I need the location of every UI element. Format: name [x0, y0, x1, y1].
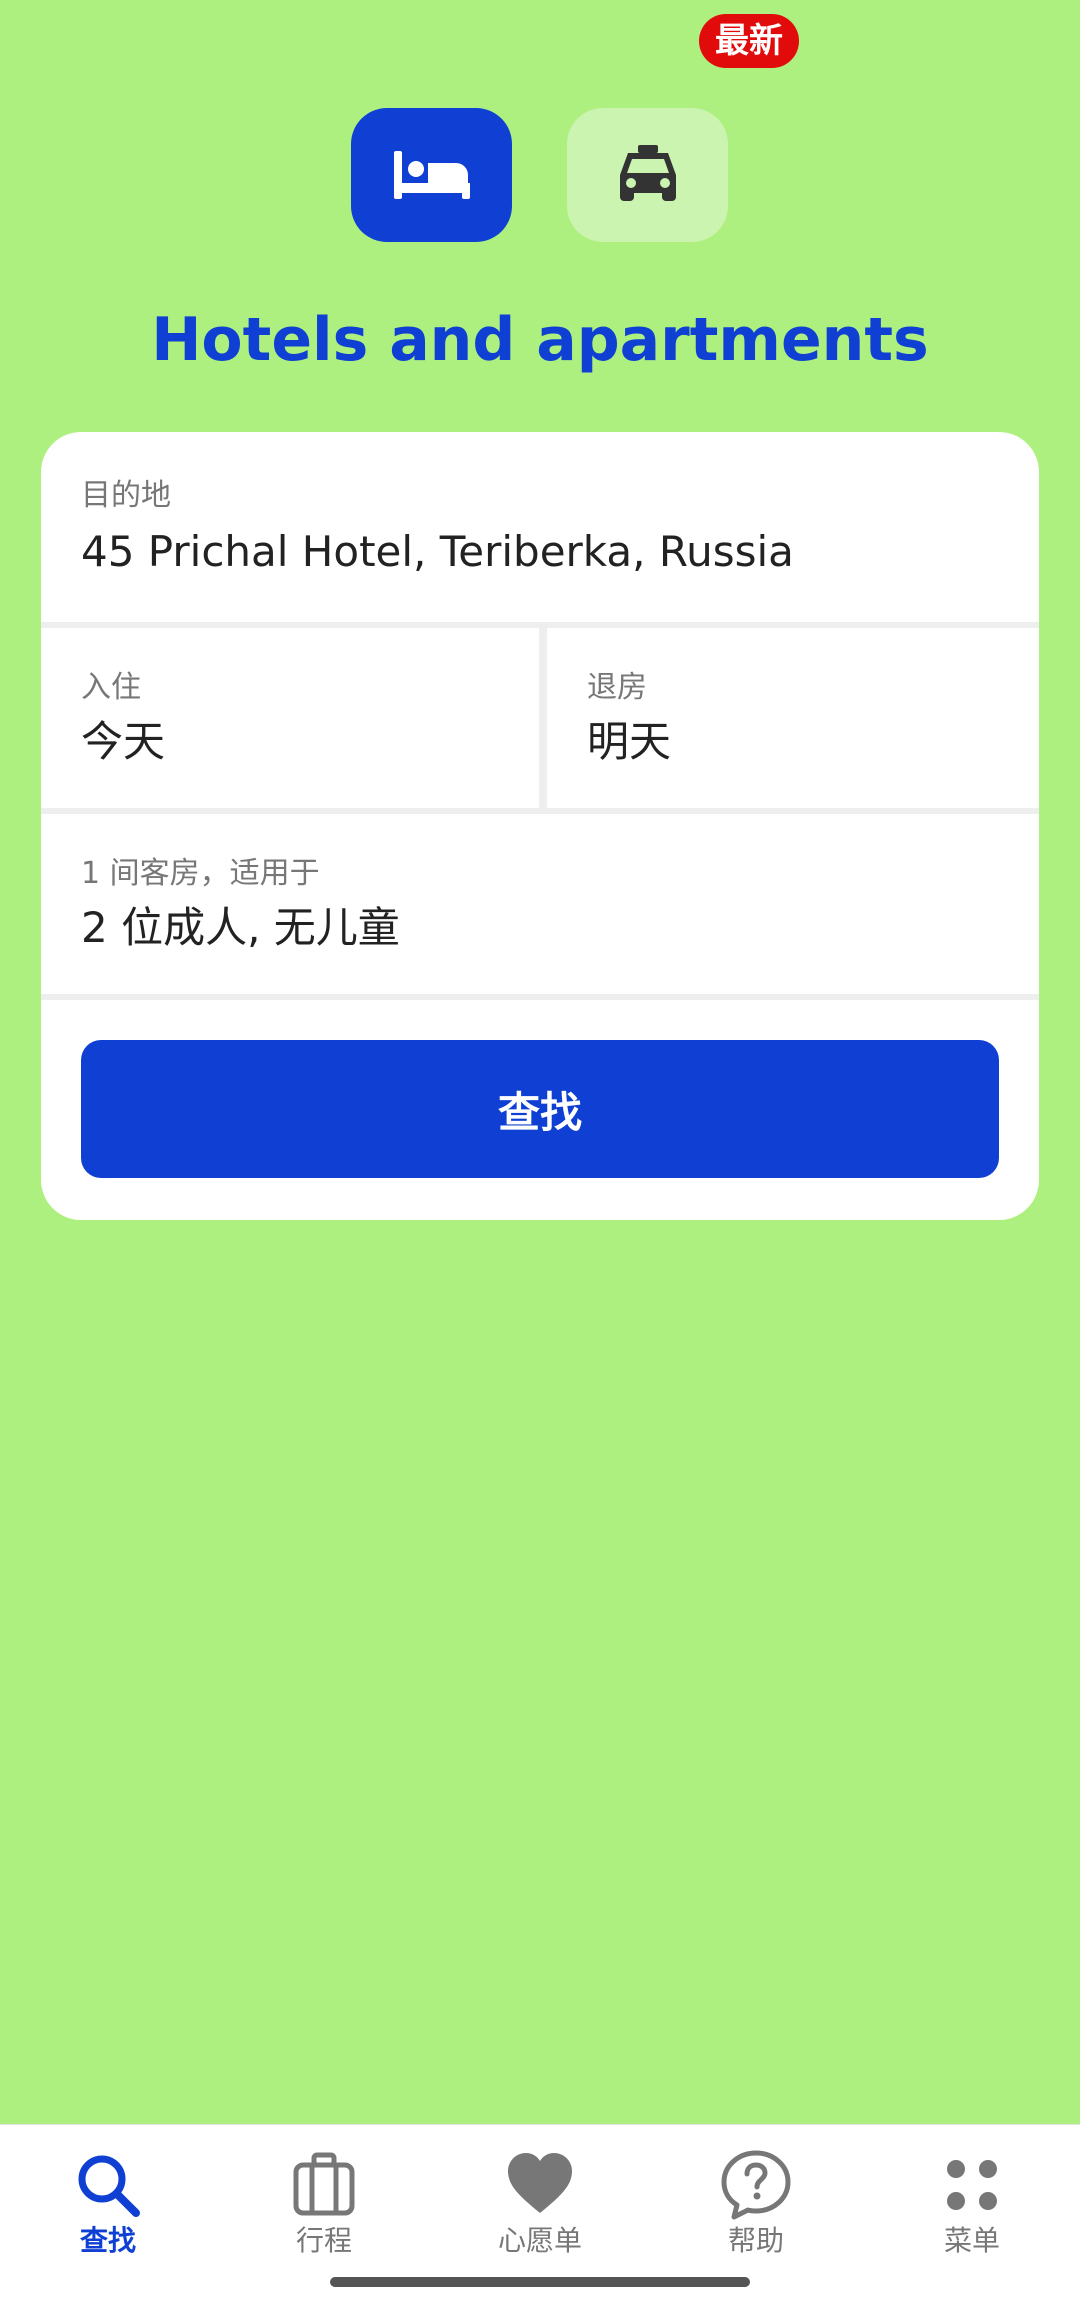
help-icon	[721, 2150, 791, 2220]
destination-field[interactable]: 目的地 45 Prichal Hotel, Teriberka, Russia	[41, 432, 1039, 622]
nav-item-help[interactable]: 帮助	[648, 2125, 864, 2265]
destination-value: 45 Prichal Hotel, Teriberka, Russia	[81, 527, 794, 576]
checkout-value: 明天	[587, 717, 672, 766]
nav-item-search[interactable]: 查找	[0, 2125, 216, 2265]
nav-item-wishlist[interactable]: 心愿单	[432, 2125, 648, 2265]
nav-label-help: 帮助	[727, 2224, 784, 2257]
hotels-mode-button[interactable]	[351, 108, 512, 242]
heart-icon	[508, 2153, 572, 2213]
checkin-label: 入住	[81, 670, 141, 705]
search-button[interactable]: 查找	[81, 1040, 999, 1178]
guests-value: 2 位成人, 无儿童	[81, 903, 400, 952]
divider	[41, 994, 1039, 1000]
home-indicator[interactable]	[330, 2277, 750, 2287]
taxi-icon	[619, 145, 676, 201]
menu-dots-icon	[947, 2160, 997, 2210]
checkout-field[interactable]: 退房 明天	[547, 628, 1039, 808]
nav-label-trips: 行程	[295, 2224, 352, 2257]
taxi-mode-button[interactable]	[567, 108, 728, 242]
nav-label-wishlist: 心愿单	[497, 2224, 582, 2257]
checkout-label: 退房	[587, 670, 647, 705]
travel-mode-switcher	[0, 108, 1080, 242]
new-badge: 最新	[699, 14, 799, 68]
briefcase-icon	[293, 2152, 355, 2216]
bed-icon	[393, 151, 470, 199]
nav-item-menu[interactable]: 菜单	[864, 2125, 1080, 2265]
page-title: Hotels and apartments	[151, 305, 929, 375]
checkin-value: 今天	[81, 717, 166, 766]
guests-label: 1 间客房，适用于	[81, 856, 320, 891]
nav-label-menu: 菜单	[943, 2224, 1000, 2257]
divider	[539, 628, 547, 808]
search-card: 目的地 45 Prichal Hotel, Teriberka, Russia …	[41, 432, 1039, 1220]
destination-label: 目的地	[81, 478, 171, 513]
guests-field[interactable]: 1 间客房，适用于 2 位成人, 无儿童	[41, 814, 1039, 994]
search-icon	[78, 2155, 140, 2217]
nav-label-search: 查找	[79, 2224, 136, 2257]
checkin-field[interactable]: 入住 今天	[41, 628, 539, 808]
nav-item-trips[interactable]: 行程	[216, 2125, 432, 2265]
